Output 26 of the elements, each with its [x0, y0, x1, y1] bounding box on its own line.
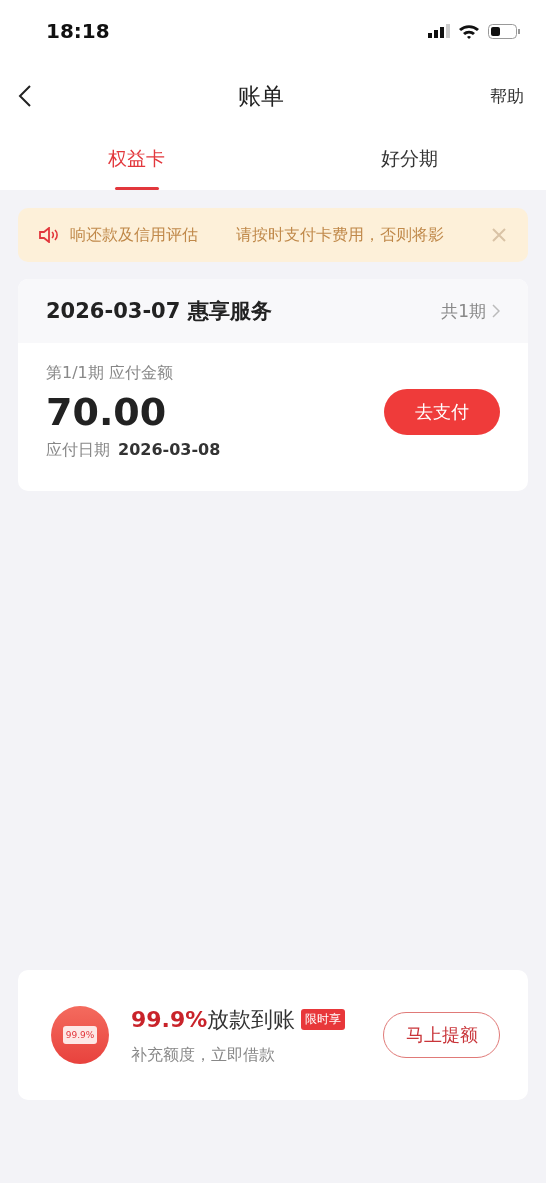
help-link[interactable]: 帮助 [490, 84, 524, 108]
chevron-right-icon[interactable] [492, 304, 500, 318]
notice-text: 响还款及信用评估 [70, 224, 198, 246]
notice-text: 请按时支付卡费用，否则将影 [236, 224, 444, 246]
battery-icon [488, 23, 520, 39]
signal-icon [428, 24, 450, 38]
back-icon[interactable] [18, 84, 32, 108]
wifi-icon [458, 23, 480, 39]
due-label: 应付日期 [46, 440, 110, 461]
close-icon[interactable] [492, 228, 506, 242]
period-count[interactable]: 共1期 [441, 299, 486, 323]
wallet-icon: 99.9% [51, 1006, 109, 1064]
bill-title: 2026-03-07 惠享服务 [46, 298, 272, 325]
tab[interactable]: 好分期 [273, 130, 546, 190]
limited-tag: 限时享 [301, 1009, 346, 1030]
amount-due: 70.00 [46, 390, 168, 434]
speaker-icon [38, 227, 60, 243]
installment-label: 第1/1期 应付金额 [46, 363, 174, 384]
promo-title: 99.9%放款到账 [131, 1005, 296, 1034]
pay-button[interactable]: 去支付 [384, 389, 500, 435]
status-time: 18:18 [46, 19, 110, 43]
due-date: 2026-03-08 [118, 440, 221, 459]
raise-limit-button[interactable]: 马上提额 [383, 1012, 500, 1058]
promo-subtitle: 补充额度，立即借款 [131, 1044, 276, 1066]
tab[interactable]: 权益卡 [0, 130, 273, 190]
page-title: 账单 [238, 81, 284, 111]
